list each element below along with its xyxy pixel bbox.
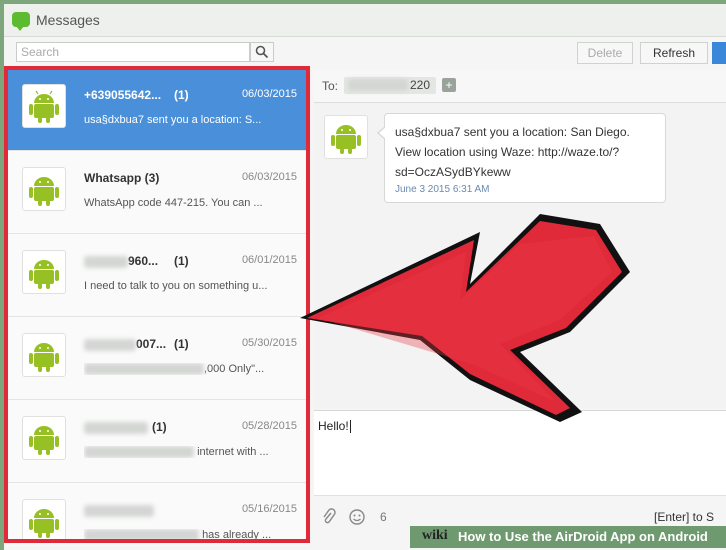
conversation-list: +639055642... (1) 06/03/2015 usa§dxbua7 … <box>6 68 309 546</box>
android-avatar-icon <box>22 167 66 211</box>
toolbar: Delete Refresh <box>4 37 726 67</box>
title-bar: Messages <box>4 4 726 37</box>
conversation-date: 06/03/2015 <box>241 88 297 100</box>
frame-border <box>0 0 4 550</box>
contact-suffix: 007... <box>136 337 167 351</box>
add-recipient-icon[interactable]: + <box>442 78 456 92</box>
contact-suffix: 960... <box>128 254 159 268</box>
contact-name <box>84 503 154 517</box>
android-avatar-icon <box>324 115 368 159</box>
android-avatar-icon <box>22 499 66 543</box>
compose-input[interactable]: Hello! <box>318 419 351 434</box>
blurred-contact <box>84 255 128 268</box>
unread-count: (1) <box>152 420 167 434</box>
new-message-button[interactable] <box>712 42 726 64</box>
conversation-date: 05/16/2015 <box>241 503 297 515</box>
text-caret <box>349 420 351 434</box>
search-box[interactable] <box>16 42 250 62</box>
message-preview: usa§dxbua7 sent you a location: S... <box>84 114 262 126</box>
delete-button[interactable]: Delete <box>577 42 633 64</box>
android-avatar-icon <box>22 416 66 460</box>
recipient-chip[interactable]: 220 <box>344 77 436 94</box>
message-time: June 3 2015 6:31 AM <box>395 184 490 195</box>
watermark: wiki How to Use the AirDroid App on Andr… <box>410 526 726 548</box>
preview-suffix: has already ... <box>202 529 272 541</box>
compose-area[interactable]: Hello! <box>314 410 726 495</box>
recipient-number: 220 <box>410 78 431 92</box>
contact-name: Whatsapp (3) <box>84 171 160 185</box>
app-title: Messages <box>36 12 100 28</box>
message-preview: internet with ... <box>84 446 284 459</box>
compose-text: Hello! <box>318 419 349 433</box>
message-line: sd=OczASydBYkeww <box>395 165 511 179</box>
blurred-preview <box>84 446 194 459</box>
message-bubble: usa§dxbua7 sent you a location: San Dieg… <box>377 113 666 203</box>
android-avatar-icon <box>22 84 66 128</box>
blurred-contact <box>84 421 148 434</box>
character-count: 6 <box>380 510 387 524</box>
message-preview: WhatsApp code 447-215. You can ... <box>84 197 263 209</box>
message-line: usa§dxbua7 sent you a location: San Dieg… <box>395 125 630 139</box>
enter-to-send-hint: [Enter] to S <box>654 510 715 524</box>
android-avatar-icon <box>22 333 66 377</box>
search-icon <box>255 45 269 59</box>
conversation-item[interactable]: (1) 05/28/2015 internet with ... <box>6 400 309 483</box>
conversation-item[interactable]: +639055642... (1) 06/03/2015 usa§dxbua7 … <box>6 68 309 151</box>
refresh-button[interactable]: Refresh <box>640 42 708 64</box>
unread-count: (1) <box>174 254 189 268</box>
preview-suffix: internet with ... <box>197 446 269 458</box>
conversation-item[interactable]: Whatsapp (3) 06/03/2015 WhatsApp code 44… <box>6 151 309 234</box>
blurred-contact <box>84 338 136 351</box>
recipient-bar: To: 220 + <box>314 70 726 103</box>
message-preview: has already ... <box>84 529 284 542</box>
search-button[interactable] <box>250 42 274 62</box>
screenshot-frame: Messages Delete Refresh +639055642... (1… <box>0 0 726 550</box>
unread-count: (1) <box>174 337 189 351</box>
chat-bubble-icon <box>12 12 30 31</box>
android-avatar-icon <box>22 250 66 294</box>
conversation-item[interactable]: 007... (1) 05/30/2015 ,000 Only"... <box>6 317 309 400</box>
blurred-preview <box>84 529 199 542</box>
conversation-date: 05/30/2015 <box>241 337 297 349</box>
conversation-item[interactable]: 960... (1) 06/01/2015 I need to talk to … <box>6 234 309 317</box>
blurred-preview <box>84 363 204 376</box>
contact-name: 007... <box>84 337 166 351</box>
contact-name <box>84 420 148 434</box>
blurred-number <box>348 79 408 91</box>
conversation-item[interactable]: 05/16/2015 has already ... <box>6 483 309 546</box>
paperclip-icon[interactable] <box>322 508 336 531</box>
search-input[interactable] <box>17 43 225 61</box>
message-preview: ,000 Only"... <box>84 363 284 376</box>
watermark-wiki: wiki <box>422 528 448 543</box>
message-line: View location using Waze: http://waze.to… <box>395 145 620 159</box>
preview-suffix: ,000 Only"... <box>204 363 265 375</box>
conversation-date: 06/01/2015 <box>241 254 297 266</box>
unread-count: (1) <box>174 88 189 102</box>
conversation-date: 05/28/2015 <box>241 420 297 432</box>
contact-name: 960... <box>84 254 158 268</box>
message-preview: I need to talk to you on something u... <box>84 280 268 292</box>
conversation-view: usa§dxbua7 sent you a location: San Dieg… <box>314 103 726 408</box>
conversation-date: 06/03/2015 <box>241 171 297 183</box>
emoji-icon[interactable] <box>348 508 366 531</box>
contact-name: +639055642... <box>84 88 162 102</box>
blurred-contact <box>84 504 154 517</box>
to-label: To: <box>322 79 339 93</box>
watermark-title: How to Use the AirDroid App on Android <box>458 529 708 544</box>
